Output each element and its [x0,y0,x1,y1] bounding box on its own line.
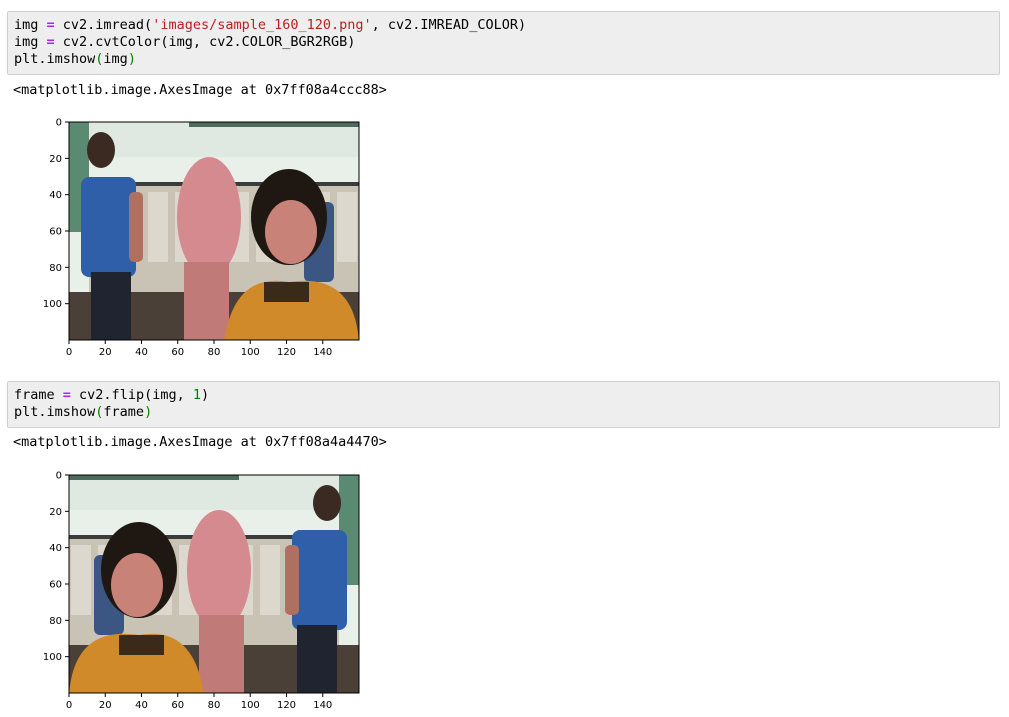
code-token: cv2.imread( [54,17,153,33]
cell-2-plot: 0 20 40 60 80 100 120 140 0 20 40 60 80 100 [43,471,360,711]
x-tick-label: 20 [99,700,112,711]
code-token: img [14,17,47,33]
code-token: plt.imshow [14,404,96,420]
code-token: ) [200,387,210,403]
x-tick-label: 140 [313,700,332,711]
y-tick-label: 80 [49,616,62,627]
code-cell-1-input[interactable]: img = cv2.imread('images/sample_160_120.… [7,11,1000,75]
code-token: = [62,387,71,403]
y-tick-label: 20 [49,507,62,518]
y-tick-label: 0 [56,118,62,129]
cell-1-output-text: <matplotlib.image.AxesImage at 0x7ff08a4… [13,82,387,98]
y-tick-label: 100 [43,652,62,663]
cell-1-plot: 0 20 40 60 80 100 120 140 0 20 40 60 80 100 [43,118,360,358]
x-tick-label: 120 [277,700,296,711]
code-token: img [103,51,128,67]
code-line: plt.imshow(frame) [14,404,993,421]
x-tick-label: 0 [66,347,72,358]
x-tick-label: 0 [66,700,72,711]
y-tick-label: 100 [43,299,62,310]
code-token: plt.imshow [14,51,96,67]
code-token: frame [14,387,63,403]
photo-scene [69,475,359,693]
y-tick-label: 60 [49,227,62,238]
code-cell-2-input[interactable]: frame = cv2.flip(img, 1) plt.imshow(frame… [7,381,1000,428]
photo-scene [69,122,359,340]
x-tick-label: 80 [208,347,221,358]
code-line: frame = cv2.flip(img, 1) [14,387,993,404]
code-token: = [46,17,55,33]
code-token: img [14,34,47,50]
x-tick-label: 120 [277,347,296,358]
image-area [69,475,359,693]
code-line: img = cv2.imread('images/sample_160_120.… [14,17,993,34]
code-token: = [46,34,55,50]
y-tick-label: 80 [49,263,62,274]
code-line: img = cv2.cvtColor(img, cv2.COLOR_BGR2RG… [14,34,993,51]
x-tick-label: 140 [313,347,332,358]
image-area [69,122,359,340]
x-tick-label: 20 [99,347,112,358]
y-tick-label: 60 [49,580,62,591]
y-tick-label: 40 [49,190,62,201]
code-token: ) [144,404,153,420]
code-token: , cv2.IMREAD_COLOR) [371,17,527,33]
cell-2-output-text: <matplotlib.image.AxesImage at 0x7ff08a4… [13,434,387,450]
y-tick-label: 20 [49,154,62,165]
code-token: 1 [192,387,201,403]
code-line: plt.imshow(img) [14,51,993,68]
x-tick-label: 100 [241,700,260,711]
code-token: frame [103,404,145,420]
y-tick-label: 40 [49,543,62,554]
x-tick-label: 100 [241,347,260,358]
code-token: ) [127,51,136,67]
x-tick-label: 40 [135,700,148,711]
x-tick-label: 40 [135,347,148,358]
code-token: cv2.cvtColor(img, cv2.COLOR_BGR2RGB) [54,34,356,50]
x-tick-label: 80 [208,700,221,711]
code-token: 'images/sample_160_120.png' [152,17,372,33]
x-tick-label: 60 [171,347,184,358]
y-tick-label: 0 [56,471,62,482]
x-tick-label: 60 [171,700,184,711]
code-token: cv2.flip(img, [70,387,193,403]
